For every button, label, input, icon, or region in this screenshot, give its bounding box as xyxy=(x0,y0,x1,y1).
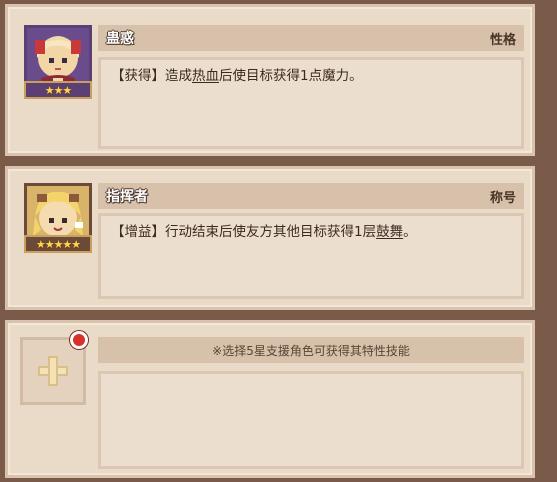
keyword-link[interactable]: 鼓舞 xyxy=(376,224,403,240)
trait-header: 指挥者 称号 xyxy=(98,183,524,209)
star-icons: ★★★★★ xyxy=(35,237,81,251)
star-rating: ★★★★★ xyxy=(24,235,92,253)
star-icons: ★★★ xyxy=(44,83,73,97)
trait-name: 指挥者 xyxy=(106,189,148,205)
desc-text: 后使目标获得1点魔力。 xyxy=(219,68,363,84)
trait-header: 蛊惑 性格 xyxy=(98,25,524,51)
plus-icon xyxy=(38,356,68,386)
keyword-link[interactable]: 热血 xyxy=(192,68,219,84)
notification-dot-icon xyxy=(70,331,88,349)
trait-type: 称号 xyxy=(489,190,516,206)
support-description-empty xyxy=(98,371,524,469)
star-rating: ★★★ xyxy=(24,81,92,99)
desc-text: 【获得】造成 xyxy=(111,68,192,84)
desc-text: 【增益】行动结束后使友方其他目标获得1层 xyxy=(111,224,377,240)
support-slot-card: ※选择5星支援角色可获得其特性技能 xyxy=(5,320,535,478)
support-hint-bar: ※选择5星支援角色可获得其特性技能 xyxy=(98,337,524,363)
desc-text: 。 xyxy=(403,224,417,240)
trait-type: 性格 xyxy=(489,32,516,48)
support-hint-text: ※选择5星支援角色可获得其特性技能 xyxy=(212,343,410,358)
trait-card-2: ★★★★★ 指挥者 称号 【增益】行动结束后使友方其他目标获得1层鼓舞。 xyxy=(5,166,535,310)
trait-name: 蛊惑 xyxy=(106,31,134,47)
trait-card-1: ★★★ 蛊惑 性格 【获得】造成热血后使目标获得1点魔力。 xyxy=(5,4,535,156)
trait-description: 【增益】行动结束后使友方其他目标获得1层鼓舞。 xyxy=(98,213,524,299)
trait-description: 【获得】造成热血后使目标获得1点魔力。 xyxy=(98,57,524,149)
